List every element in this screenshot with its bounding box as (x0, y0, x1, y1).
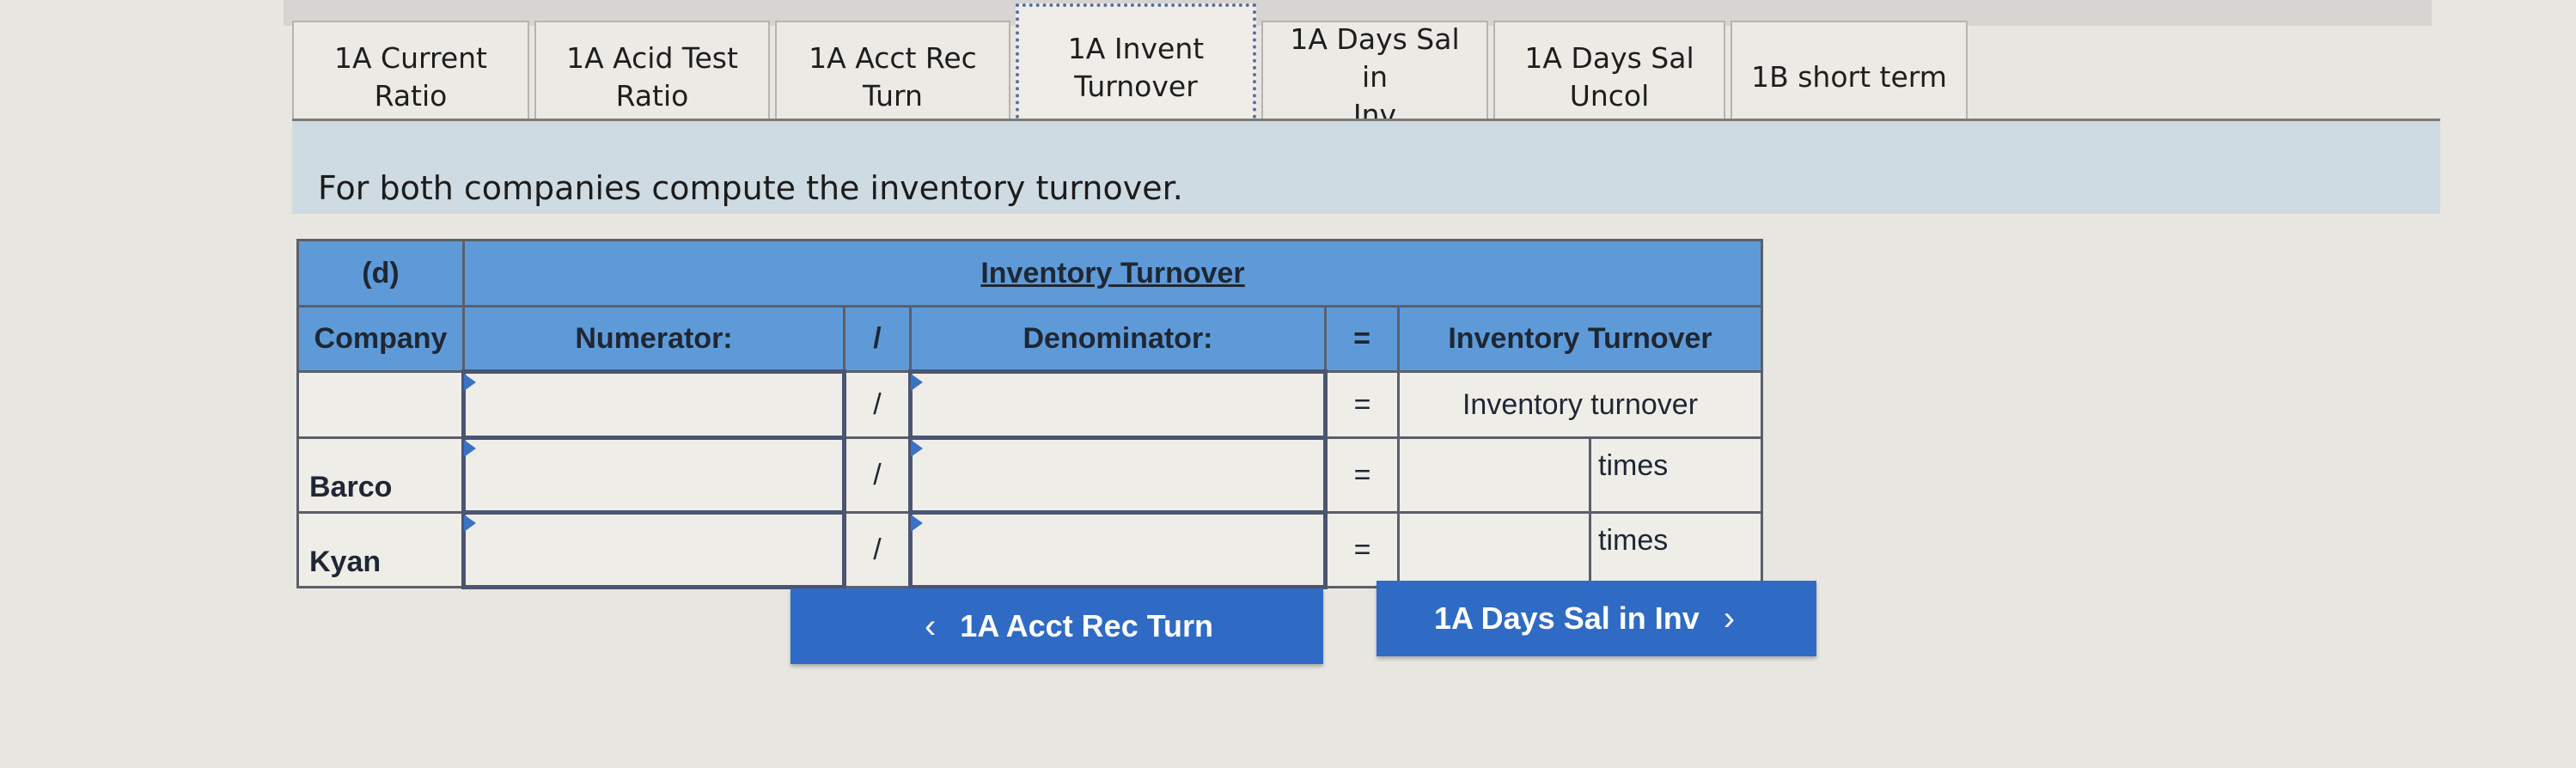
formula-row: / = Inventory turnover (296, 369, 1763, 440)
header-company: Company (296, 305, 465, 373)
barco-denominator-select[interactable] (908, 436, 1328, 515)
kyan-denominator-input[interactable] (913, 515, 1323, 585)
barco-result-cell[interactable] (1397, 436, 1592, 514)
formula-divide: / (843, 370, 912, 439)
prev-button[interactable]: ‹ 1A Acct Rec Turn (791, 588, 1323, 664)
kyan-divide: / (843, 511, 912, 588)
barco-unit: times (1589, 436, 1763, 514)
company-name: Kyan (296, 511, 465, 588)
next-button-label: 1A Days Sal in Inv (1433, 600, 1700, 636)
tab-invent-turnover[interactable]: 1A Invent Turnover (1016, 3, 1256, 132)
tab-1b-short-term[interactable]: 1B short term (1731, 21, 1968, 132)
kyan-result-cell[interactable] (1397, 511, 1592, 588)
kyan-numerator-input[interactable] (466, 515, 842, 585)
header-result: Inventory Turnover (1397, 305, 1763, 373)
formula-result: Inventory turnover (1397, 370, 1763, 439)
barco-denominator-input[interactable] (913, 440, 1323, 510)
kyan-denominator-select[interactable] (908, 510, 1328, 589)
inventory-turnover-table: (d) Inventory Turnover Company Numerator… (296, 239, 1763, 589)
part-label: (d) (296, 239, 465, 308)
kyan-unit: times (1589, 511, 1763, 588)
barco-divide: / (843, 436, 912, 514)
header-numerator: Numerator: (462, 305, 845, 373)
instructions-text: For both companies compute the inventory… (318, 169, 1183, 207)
company-name: Barco (296, 436, 465, 514)
dropdown-flag-icon (911, 515, 923, 532)
formula-denominator-select[interactable] (908, 369, 1328, 440)
prev-button-label: 1A Acct Rec Turn (960, 608, 1214, 643)
tab-current-ratio[interactable]: 1A Current Ratio (292, 21, 529, 132)
tab-acct-rec-turn[interactable]: 1A Acct Rec Turn (775, 21, 1010, 132)
tab-bar: 1A Current Ratio 1A Acid Test Ratio 1A A… (292, 3, 1973, 132)
instructions-bar: For both companies compute the inventory… (292, 121, 2440, 214)
dropdown-flag-icon (464, 440, 476, 457)
header-denominator: Denominator: (909, 305, 1327, 373)
header-divide: / (843, 305, 912, 373)
tab-days-sal-in-inv[interactable]: 1A Days Sal in Inv (1261, 21, 1488, 132)
next-button[interactable]: 1A Days Sal in Inv › (1377, 581, 1816, 656)
table-row-barco: Barco / = times (296, 436, 1763, 515)
kyan-result-input[interactable] (1400, 519, 1592, 581)
dropdown-flag-icon (464, 374, 476, 391)
kyan-numerator-select[interactable] (461, 510, 846, 589)
barco-equals: = (1324, 436, 1400, 514)
table-title: Inventory Turnover (980, 256, 1245, 290)
barco-numerator-select[interactable] (461, 436, 846, 515)
chevron-right-icon: › (1723, 599, 1736, 637)
formula-company (296, 370, 465, 439)
barco-numerator-input[interactable] (466, 440, 842, 510)
kyan-equals: = (1324, 511, 1400, 588)
table-title-cell: Inventory Turnover (462, 239, 1763, 308)
tab-days-sal-uncol[interactable]: 1A Days Sal Uncol (1493, 21, 1725, 132)
tab-acid-test-ratio[interactable]: 1A Acid Test Ratio (534, 21, 770, 132)
chevron-left-icon: ‹ (924, 606, 937, 645)
dropdown-flag-icon (464, 515, 476, 532)
barco-result-input[interactable] (1400, 444, 1592, 506)
formula-equals: = (1324, 370, 1400, 439)
formula-numerator-select[interactable] (461, 369, 846, 440)
formula-denominator-input[interactable] (913, 374, 1323, 436)
dropdown-flag-icon (911, 374, 923, 391)
formula-numerator-input[interactable] (466, 374, 842, 436)
dropdown-flag-icon (911, 440, 923, 457)
header-equals: = (1324, 305, 1400, 373)
table-row-kyan: Kyan / = times (296, 510, 1763, 589)
